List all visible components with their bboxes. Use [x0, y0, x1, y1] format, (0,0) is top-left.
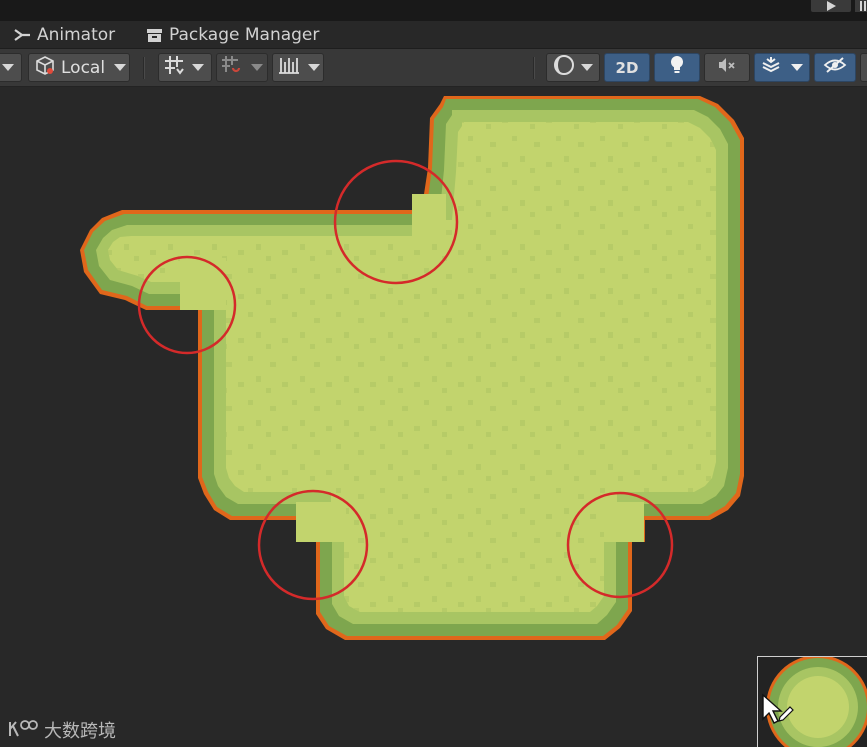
animator-icon	[14, 28, 31, 42]
play-controls	[811, 0, 867, 12]
tilemap-canvas	[80, 96, 744, 640]
toolbar-separator	[533, 57, 535, 79]
2d-mode-button[interactable]: 2D	[604, 53, 650, 82]
effects-dropdown[interactable]	[754, 53, 810, 82]
ruler-dropdown[interactable]	[272, 53, 324, 82]
scene-view[interactable]: 大数跨境	[0, 88, 867, 747]
toolbar-overflow-button[interactable]	[860, 53, 867, 82]
light-bulb-icon	[669, 55, 685, 80]
chevron-down-icon	[581, 64, 593, 71]
seam-tile	[296, 502, 346, 542]
seam-tile	[180, 258, 226, 310]
magnet-grid-icon	[221, 55, 241, 80]
chevron-down-icon	[308, 64, 320, 71]
editor-tab-bar: Animator Package Manager	[0, 21, 867, 49]
pivot-space-label: Local	[61, 57, 106, 78]
pause-button[interactable]	[855, 0, 867, 12]
layers-icon	[761, 56, 781, 79]
ruler-icon	[278, 55, 300, 80]
2d-label: 2D	[615, 58, 639, 77]
eye-hidden-icon	[823, 56, 847, 79]
play-button[interactable]	[811, 0, 851, 12]
tab-animator[interactable]: Animator	[14, 21, 115, 49]
toolbar-separator	[143, 57, 145, 79]
chevron-down-icon	[791, 64, 803, 71]
shading-sphere-icon	[553, 54, 575, 81]
increment-snap-dropdown[interactable]	[216, 53, 268, 82]
grid-snap-icon	[164, 55, 184, 80]
scene-toolbar: Local 2D	[0, 49, 867, 87]
chevron-down-icon	[2, 64, 14, 71]
pivot-space-dropdown[interactable]: Local	[28, 53, 130, 82]
scene-visibility-toggle[interactable]	[814, 53, 856, 82]
chevron-down-icon	[114, 64, 127, 71]
watermark-text: 大数跨境	[44, 721, 116, 742]
tile-palette-preview[interactable]	[757, 656, 867, 747]
grass-tilemap[interactable]	[80, 96, 744, 640]
tab-package-manager[interactable]: Package Manager	[146, 21, 319, 49]
cube-icon	[35, 55, 56, 81]
seam-tile	[604, 502, 644, 542]
shading-mode-dropdown[interactable]	[546, 53, 600, 82]
tab-label: Animator	[37, 25, 116, 45]
audio-toggle[interactable]	[704, 53, 750, 82]
editor-top-strip	[0, 0, 867, 21]
watermark: 大数跨境	[8, 718, 116, 742]
chevron-down-icon	[192, 64, 204, 71]
pivot-mode-dropdown[interactable]	[0, 53, 22, 82]
tab-label: Package Manager	[169, 25, 320, 45]
mute-speaker-icon	[717, 56, 737, 79]
seam-tile	[412, 194, 446, 242]
unity-editor-window: Animator Package Manager Local 2D 大数跨境	[0, 0, 867, 747]
grid-snap-dropdown[interactable]	[158, 53, 212, 82]
chevron-down-icon	[251, 64, 263, 71]
package-icon	[146, 28, 163, 43]
watermark-logo-icon	[8, 720, 38, 740]
lighting-toggle[interactable]	[654, 53, 700, 82]
